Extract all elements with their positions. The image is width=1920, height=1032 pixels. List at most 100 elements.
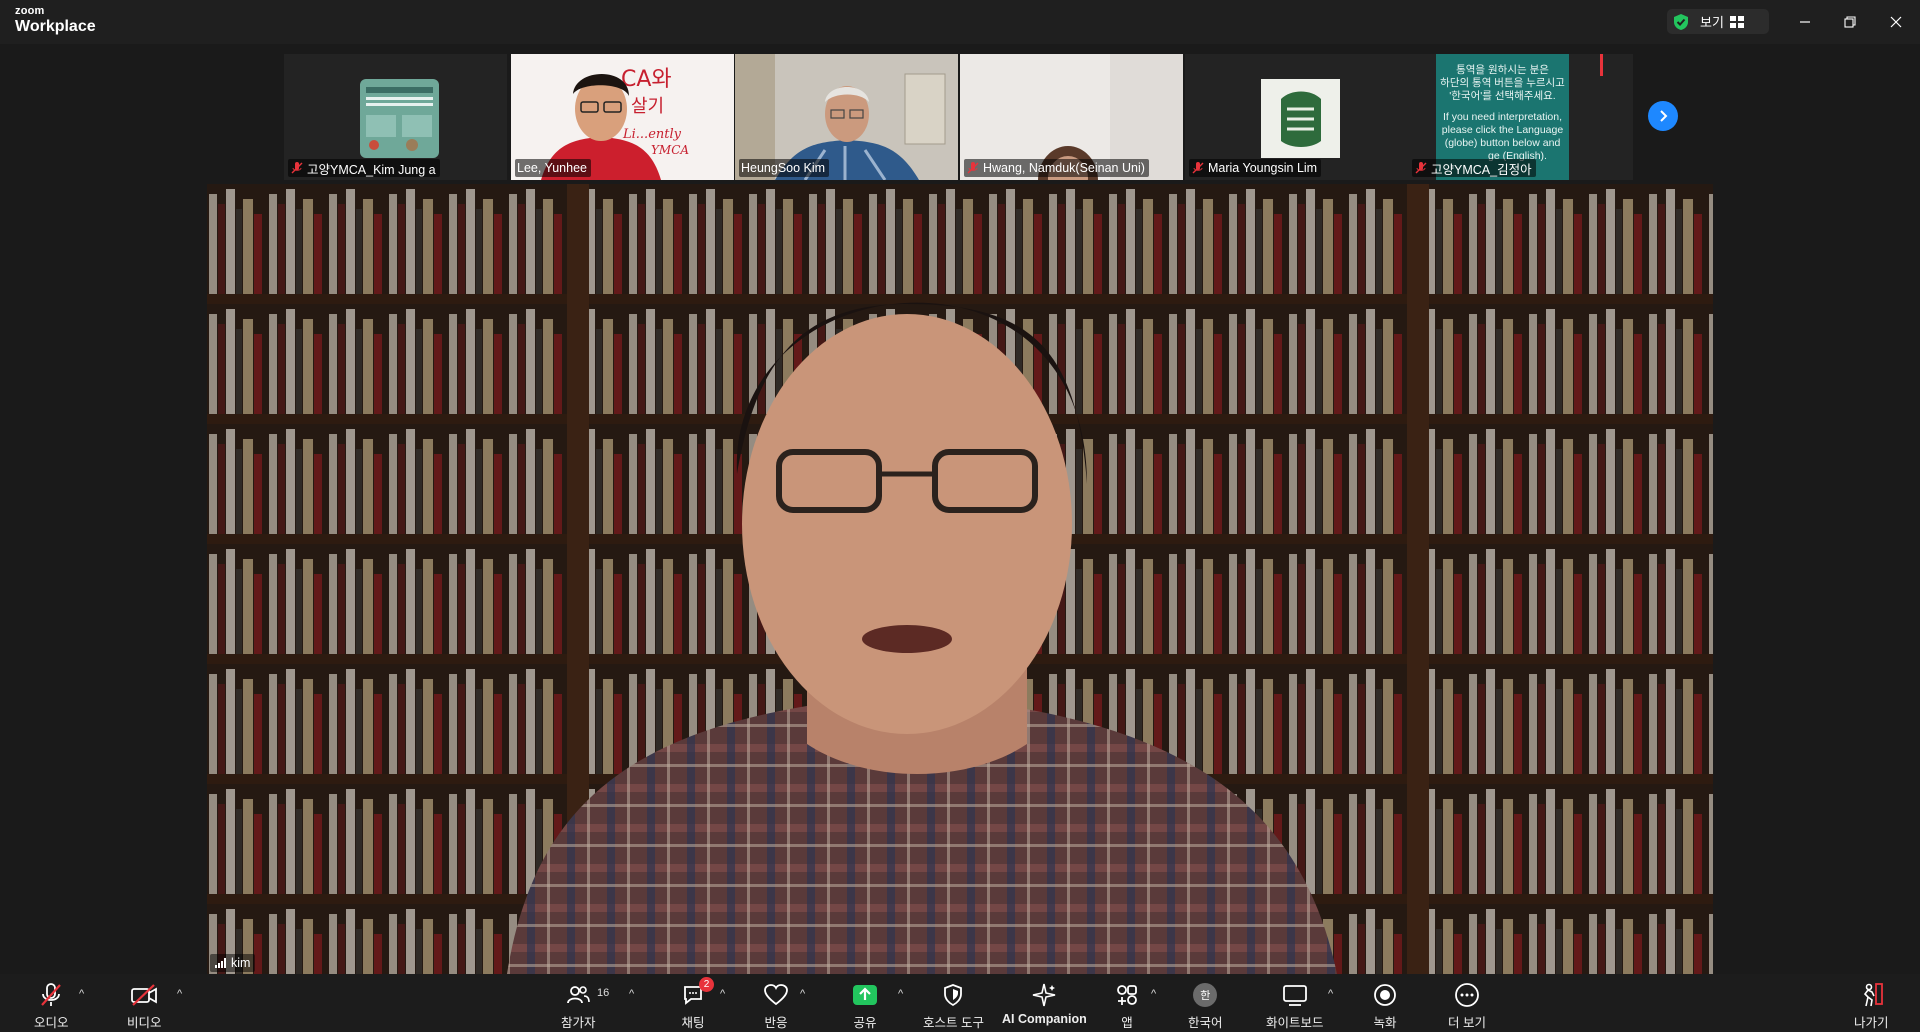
participants-button[interactable]: 참가자 <box>561 982 596 1031</box>
notice-line: If you need interpretation, <box>1442 111 1563 123</box>
record-label: 녹화 <box>1373 1016 1397 1030</box>
participant-tile[interactable]: 고양YMCA_Kim Jung a <box>284 54 507 180</box>
brand-small: zoom <box>15 5 45 17</box>
participant-tile[interactable]: HeungSoo Kim <box>735 54 958 180</box>
grid-view-icon <box>1729 15 1744 28</box>
shield-icon <box>944 984 963 1007</box>
more-icon <box>1455 983 1479 1007</box>
participant-name: HeungSoo Kim <box>741 161 826 175</box>
restore-icon <box>1844 16 1856 28</box>
react-button[interactable]: 반응 <box>761 982 791 1031</box>
title-bar: zoom Workplace 보기 <box>0 0 1920 44</box>
mic-muted-icon <box>967 162 979 174</box>
more-label: 더 보기 <box>1448 1016 1486 1030</box>
react-label: 반응 <box>764 1016 788 1030</box>
participants-icon <box>567 986 591 1004</box>
participant-label: 고양YMCA_김정아 <box>1412 159 1536 177</box>
mic-muted-icon <box>1192 162 1204 174</box>
share-label: 공유 <box>853 1016 877 1030</box>
participant-name: Hwang, Namduk(Seinan Uni) <box>983 161 1145 175</box>
react-options-caret[interactable]: ^ <box>800 988 805 1000</box>
notice-line: (globe) button below and <box>1444 137 1561 149</box>
interpretation-label: 한국어 <box>1188 1016 1223 1030</box>
speaker-name: kim <box>231 956 251 970</box>
notice-line: please click the Language <box>1441 124 1564 136</box>
chat-button[interactable]: 2 채팅 <box>678 977 714 1031</box>
sign-text-1: CA와 <box>621 67 672 92</box>
audio-button[interactable]: 오디오 <box>34 982 69 1031</box>
apps-options-caret[interactable]: ^ <box>1151 988 1156 1000</box>
restore-button[interactable] <box>1836 8 1864 36</box>
record-button[interactable]: 녹화 <box>1370 982 1400 1031</box>
leave-button[interactable]: 나가기 <box>1854 982 1889 1031</box>
audio-options-caret[interactable]: ^ <box>79 988 84 1000</box>
minimize-button[interactable] <box>1791 8 1819 36</box>
leave-icon <box>1864 983 1884 1007</box>
signal-strength-icon <box>215 958 226 968</box>
participant-tile[interactable]: 통역을 원하시는 분은 하단의 통역 버튼을 누르시고 '한국어'를 선택해주세… <box>1408 54 1633 180</box>
ai-companion-label: AI Companion <box>1002 1012 1087 1026</box>
notice-line: '한국어'를 선택해주세요. <box>1449 90 1556 102</box>
mic-muted-icon <box>291 162 303 174</box>
close-icon <box>1890 16 1902 28</box>
apps-label: 앱 <box>1121 1016 1133 1030</box>
participant-name: 고양YMCA_Kim Jung a <box>307 162 436 177</box>
participant-tile[interactable]: CA와 살기 Li...ently YMCA Lee, Yunhee <box>511 54 734 180</box>
whiteboard-button[interactable]: 화이트보드 <box>1266 982 1324 1031</box>
interpretation-button[interactable]: 한 한국어 <box>1188 982 1223 1031</box>
participants-label: 참가자 <box>561 1016 596 1030</box>
chat-label: 채팅 <box>681 1016 705 1030</box>
view-button[interactable]: 보기 <box>1667 9 1769 34</box>
participant-strip: 고양YMCA_Kim Jung a CA와 살기 Li...ently YMCA… <box>0 44 1920 180</box>
ai-companion-button[interactable]: AI Companion <box>1002 982 1087 1026</box>
audio-label: 오디오 <box>34 1016 69 1030</box>
next-page-button[interactable] <box>1648 101 1678 131</box>
mic-muted-icon <box>41 983 62 1006</box>
sign-text-4: YMCA <box>651 143 689 157</box>
chat-options-caret[interactable]: ^ <box>720 988 725 1000</box>
sign-text-3: Li...ently <box>622 127 682 142</box>
apps-button[interactable]: 앱 <box>1112 982 1142 1031</box>
sparkle-icon <box>1033 983 1056 1007</box>
participant-label: Maria Youngsin Lim <box>1189 159 1322 177</box>
notice-spacer <box>1436 103 1569 111</box>
brand-large: Workplace <box>15 18 96 35</box>
whiteboard-options-caret[interactable]: ^ <box>1328 988 1333 1000</box>
host-tools-label: 호스트 도구 <box>923 1016 984 1030</box>
participants-count: 16 <box>597 987 610 999</box>
notice-line: 하단의 통역 버튼을 누르시고 <box>1440 77 1565 89</box>
participant-name: Lee, Yunhee <box>517 161 587 175</box>
video-off-icon <box>131 984 158 1006</box>
notice-line: 통역을 원하시는 분은 <box>1456 64 1549 76</box>
participant-tile[interactable]: Maria Youngsin Lim <box>1185 54 1408 180</box>
share-screen-icon <box>853 985 877 1005</box>
chat-unread-badge: 2 <box>699 977 714 992</box>
record-icon <box>1374 984 1396 1006</box>
sign-text-2: 살기 <box>631 96 664 117</box>
more-button[interactable]: 더 보기 <box>1448 982 1486 1031</box>
chevron-right-icon <box>1660 110 1668 122</box>
close-button[interactable] <box>1882 8 1910 36</box>
profile-picture <box>1261 79 1340 158</box>
video-options-caret[interactable]: ^ <box>177 988 182 1000</box>
zoom-workplace-logo: zoom Workplace <box>15 6 96 35</box>
participants-options-caret[interactable]: ^ <box>629 988 634 1000</box>
active-speaker-video[interactable]: kim <box>207 184 1713 974</box>
participant-tile[interactable]: Hwang, Namduk(Seinan Uni) <box>960 54 1183 180</box>
apps-icon <box>1117 985 1137 1005</box>
host-tools-button[interactable]: 호스트 도구 <box>923 982 984 1031</box>
profile-picture <box>360 79 439 158</box>
participant-label: HeungSoo Kim <box>739 159 830 177</box>
video-label: 비디오 <box>127 1016 162 1030</box>
share-options-caret[interactable]: ^ <box>898 988 903 1000</box>
whiteboard-icon <box>1282 985 1307 1006</box>
minimize-icon <box>1800 21 1810 23</box>
mic-muted-icon <box>1415 162 1427 174</box>
participant-name: 고양YMCA_김정아 <box>1431 162 1532 177</box>
meeting-toolbar: 오디오 ^ 비디오 ^ 참가자 16 ^ 2 채팅 ^ 반응 ^ 공유 ^ 호스… <box>0 974 1920 1032</box>
share-button[interactable]: 공유 <box>850 982 880 1031</box>
speaker-label: kim <box>210 954 256 972</box>
video-button[interactable]: 비디오 <box>127 982 162 1031</box>
speaker-video-feed <box>207 184 1713 974</box>
whiteboard-label: 화이트보드 <box>1266 1016 1324 1030</box>
